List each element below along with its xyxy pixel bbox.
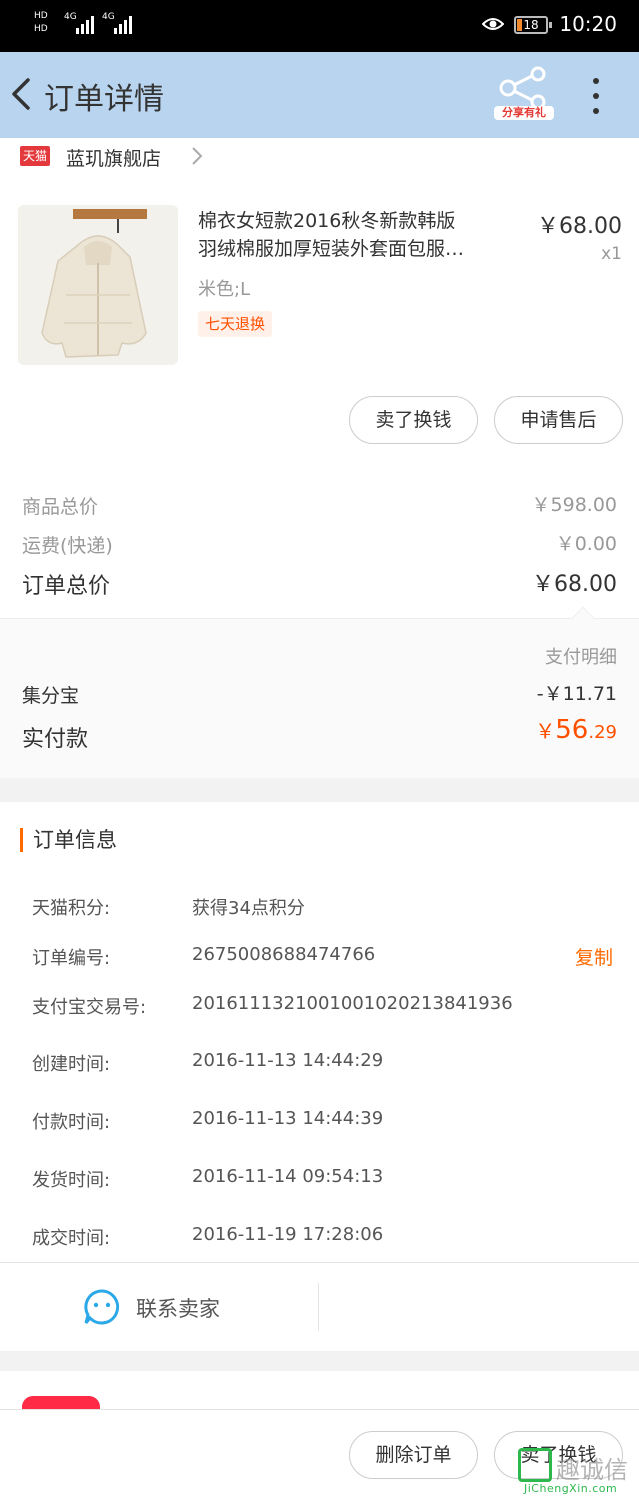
share-label: 分享有礼 [494, 106, 554, 120]
order-info-heading: 订单信息 [20, 828, 117, 852]
product-title-line2: 羽绒棉服加厚短装外套面包服… [198, 238, 465, 260]
signal-bars-1 [76, 14, 94, 34]
contact-seller-bar: 联系卖家 [0, 1263, 639, 1351]
product-title[interactable]: 棉衣女短款2016秋冬新款韩版 羽绒棉服加厚短装外套面包服… [198, 207, 523, 263]
info-key-completed-time: 成交时间: [32, 1228, 111, 1249]
info-value-paid-time: 2016-11-13 14:44:39 [192, 1108, 384, 1129]
watermark-subtext: JiChengXin.com [524, 1482, 618, 1495]
watermark-text: 趣诚信 [556, 1456, 628, 1484]
battery-icon: 18 [514, 16, 552, 34]
product-quantity: x1 [601, 244, 622, 264]
network-type-2: 4G [102, 12, 115, 22]
share-gift-button[interactable]: 分享有礼 [494, 66, 554, 126]
copy-order-number-button[interactable]: 复制 [575, 943, 613, 970]
eye-comfort-icon [482, 18, 504, 30]
shipping-label: 运费(快递) [22, 535, 113, 557]
status-bar: HD HD 4G 4G 18 10:20 [0, 0, 639, 52]
watermark-logo: 趣诚信 JiChengXin.com [518, 1448, 636, 1496]
battery-level: 18 [523, 18, 539, 32]
payment-detail-panel: 支付明细 集分宝 -￥11.71 实付款 ￥56.29 [0, 606, 639, 778]
goods-total-label: 商品总价 [22, 496, 99, 518]
info-value-tmall-points: 获得34点积分 [192, 898, 305, 919]
watermark-box-icon [518, 1448, 552, 1482]
clock: 10:20 [559, 12, 617, 36]
page-title: 订单详情 [44, 82, 164, 117]
chat-face-icon[interactable] [84, 1289, 120, 1325]
order-total-value: ￥68.00 [532, 572, 617, 597]
delete-order-button[interactable]: 删除订单 [349, 1431, 478, 1479]
paid-integer: 56 [555, 715, 589, 745]
product-image[interactable] [18, 205, 178, 365]
hd-indicator: HD HD [34, 11, 48, 34]
share-icon [499, 66, 546, 110]
actual-paid-label: 实付款 [22, 727, 89, 752]
panel-notch [571, 606, 595, 630]
contact-seller-button[interactable]: 联系卖家 [136, 1293, 220, 1323]
shop-name: 蓝玑旗舰店 [66, 148, 162, 170]
section-divider [0, 778, 639, 802]
info-key-order-number: 订单编号: [32, 948, 111, 969]
network-type-1: 4G [64, 12, 77, 22]
more-menu-icon[interactable] [590, 78, 602, 114]
jifenbao-label: 集分宝 [22, 685, 80, 707]
info-value-created-time: 2016-11-13 14:44:29 [192, 1050, 384, 1071]
product-price: ￥68.00 [537, 214, 622, 239]
info-key-alipay-number: 支付宝交易号: [32, 997, 147, 1018]
info-value-shipped-time: 2016-11-14 09:54:13 [192, 1166, 384, 1187]
after-sale-button[interactable]: 申请售后 [494, 396, 623, 444]
chevron-right-icon [192, 147, 203, 165]
paid-decimal: .29 [588, 722, 617, 743]
info-key-shipped-time: 发货时间: [32, 1170, 111, 1191]
info-key-created-time: 创建时间: [32, 1054, 111, 1075]
goods-total-value: ￥598.00 [531, 494, 617, 516]
info-key-paid-time: 付款时间: [32, 1112, 111, 1133]
payment-detail-label: 支付明细 [545, 647, 617, 668]
product-spec: 米色;L [198, 279, 251, 300]
shop-row[interactable]: 天猫 蓝玑旗舰店 [0, 138, 639, 174]
app-header: 订单详情 分享有礼 [0, 52, 639, 138]
jacket-image [18, 205, 178, 365]
section-divider [0, 1351, 639, 1371]
signal-bars-2 [114, 14, 132, 34]
return-policy-tag: 七天退换 [198, 311, 273, 337]
divider [318, 1283, 319, 1331]
info-key-tmall-points: 天猫积分: [32, 898, 111, 919]
shipping-value: ￥0.00 [555, 533, 617, 555]
info-value-order-number: 2675008688474766 [192, 944, 376, 965]
paid-currency: ￥ [535, 719, 556, 743]
order-total-label: 订单总价 [22, 574, 111, 599]
actual-paid-value: ￥56.29 [535, 715, 617, 745]
product-title-line1: 棉衣女短款2016秋冬新款韩版 [198, 210, 456, 232]
back-icon[interactable] [8, 74, 38, 114]
sell-for-cash-button[interactable]: 卖了换钱 [349, 396, 478, 444]
tmall-badge: 天猫 [20, 146, 50, 166]
info-value-completed-time: 2016-11-19 17:28:06 [192, 1224, 384, 1245]
jifenbao-value: -￥11.71 [536, 683, 617, 705]
info-value-alipay-number: 2016111321001001020213841936 [192, 993, 513, 1014]
